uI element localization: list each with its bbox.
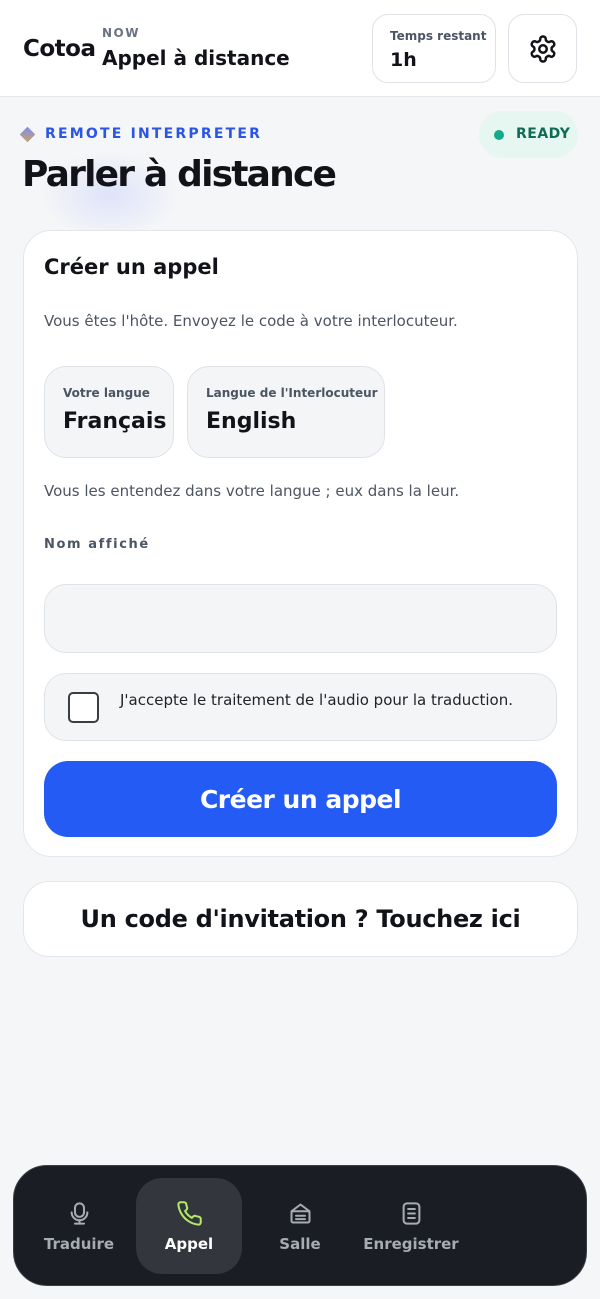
nav-item-traduire[interactable]: Traduire [26, 1178, 132, 1274]
bottom-navigation: Traduire Appel Salle Enregistrer [13, 1165, 587, 1286]
nav-item-enregistrer[interactable]: Enregistrer [358, 1178, 464, 1274]
document-icon [402, 1201, 420, 1225]
settings-button[interactable] [508, 14, 577, 83]
create-call-button[interactable]: Créer un appel [44, 761, 557, 837]
peer-language-value: English [206, 409, 297, 434]
room-icon [289, 1202, 311, 1224]
consent-text: J'accepte le traitement de l'audio pour … [120, 691, 513, 709]
section-eyebrow: REMOTE INTERPRETER [45, 126, 263, 142]
page-title: Parler à distance [22, 154, 337, 195]
card-description: Vous êtes l'hôte. Envoyez le code à votr… [44, 312, 458, 330]
create-call-card: Créer un appel Vous êtes l'hôte. Envoyez… [23, 230, 578, 857]
current-mode-title: Appel à distance [102, 46, 290, 70]
my-language-value: Français [63, 409, 167, 434]
gear-icon [530, 34, 555, 63]
display-name-input[interactable] [44, 584, 557, 653]
display-name-label: Nom affiché [44, 537, 150, 552]
app-header: Cotoa NOW Appel à distance Temps restant… [0, 0, 600, 97]
brand-logo: Cotoa [23, 36, 96, 62]
microphone-icon [70, 1201, 88, 1225]
invite-code-label: Un code d'invitation ? Touchez ici [80, 905, 521, 933]
time-remaining-box: Temps restant 1h [372, 14, 496, 83]
create-call-button-label: Créer un appel [199, 784, 402, 814]
peer-language-selector[interactable]: Langue de l'Interlocuteur English [187, 366, 385, 458]
nav-item-salle[interactable]: Salle [247, 1178, 353, 1274]
diamond-icon [19, 126, 36, 143]
language-hint: Vous les entendez dans votre langue ; eu… [44, 482, 460, 500]
card-title: Créer un appel [44, 255, 219, 279]
consent-row[interactable]: J'accepte le traitement de l'audio pour … [44, 673, 557, 741]
peer-language-label: Langue de l'Interlocuteur [206, 386, 378, 400]
nav-label: Enregistrer [363, 1234, 459, 1253]
nav-label: Salle [279, 1234, 321, 1253]
invite-code-button[interactable]: Un code d'invitation ? Touchez ici [23, 881, 578, 957]
status-dot-icon [494, 130, 504, 140]
my-language-label: Votre langue [63, 386, 150, 400]
nav-label: Appel [164, 1234, 214, 1253]
consent-checkbox[interactable] [68, 692, 99, 723]
nav-item-appel[interactable]: Appel [136, 1178, 242, 1274]
nav-label: Traduire [43, 1234, 115, 1253]
my-language-selector[interactable]: Votre langue Français [44, 366, 174, 458]
phone-icon [176, 1200, 202, 1226]
now-label: NOW [102, 26, 140, 40]
time-remaining-value: 1h [390, 49, 417, 71]
status-text: READY [516, 126, 571, 142]
status-badge: READY [479, 111, 578, 158]
time-remaining-label: Temps restant [390, 29, 487, 43]
